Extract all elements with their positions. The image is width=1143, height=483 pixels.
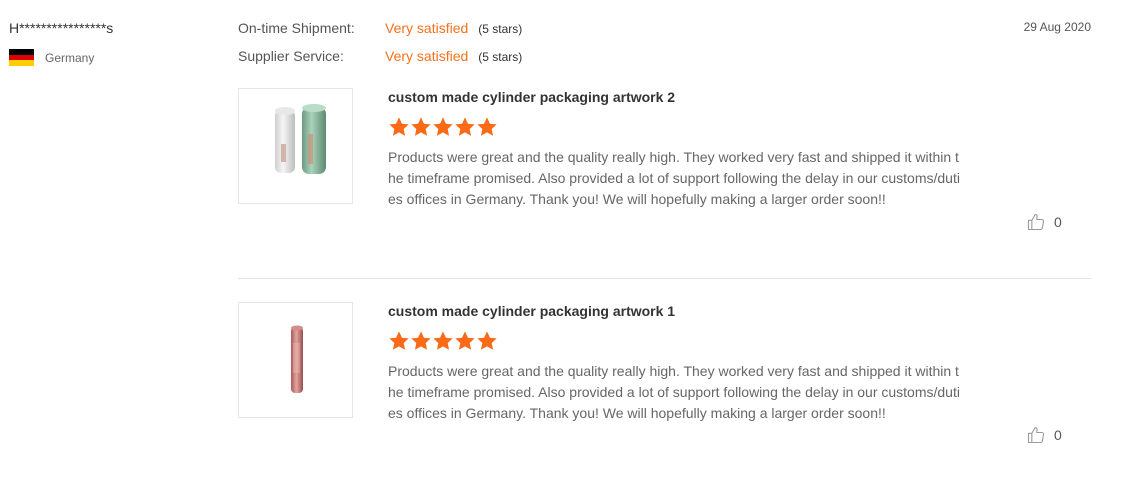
like-button[interactable]: 0 xyxy=(1026,425,1062,445)
like-count: 0 xyxy=(1054,427,1062,443)
star-icon xyxy=(455,331,475,350)
product-thumbnail[interactable] xyxy=(238,88,353,204)
star-icon xyxy=(477,117,497,136)
star-rating xyxy=(388,116,498,138)
country-name: Germany xyxy=(45,50,95,65)
rating-label: Supplier Service: xyxy=(238,48,344,64)
rating-stars-text: (5 stars) xyxy=(478,50,523,64)
product-review: custom made cylinder packaging artwork 2… xyxy=(238,88,1091,268)
thumbs-up-icon xyxy=(1027,213,1045,231)
star-icon xyxy=(389,331,409,350)
like-button[interactable]: 0 xyxy=(1026,212,1062,232)
rating-label: On-time Shipment: xyxy=(238,20,355,36)
germany-flag-icon xyxy=(9,49,34,67)
rating-row-service: Supplier Service: Very satisfied (5 star… xyxy=(238,48,522,64)
product-review: custom made cylinder packaging artwork 1… xyxy=(238,302,1091,472)
reviewer-name: H****************s xyxy=(9,20,114,36)
thumbs-up-icon xyxy=(1027,426,1045,444)
star-icon xyxy=(433,117,453,136)
rating-stars-text: (5 stars) xyxy=(478,22,523,36)
star-icon xyxy=(411,117,431,136)
product-title[interactable]: custom made cylinder packaging artwork 2 xyxy=(388,89,675,105)
like-count: 0 xyxy=(1054,214,1062,230)
product-image xyxy=(291,325,303,393)
product-image xyxy=(275,104,326,174)
rating-value: Very satisfied xyxy=(385,20,469,36)
star-icon xyxy=(433,331,453,350)
review-divider xyxy=(238,278,1091,279)
review-text: Products were great and the quality real… xyxy=(388,363,960,421)
review-text: Products were great and the quality real… xyxy=(388,149,960,207)
star-icon xyxy=(477,331,497,350)
review-date: 29 Aug 2020 xyxy=(1023,20,1091,34)
product-thumbnail[interactable] xyxy=(238,302,353,418)
rating-value: Very satisfied xyxy=(385,48,469,64)
reviewer-country: Germany xyxy=(9,49,95,67)
star-icon xyxy=(389,117,409,136)
star-rating xyxy=(388,330,498,352)
product-title[interactable]: custom made cylinder packaging artwork 1 xyxy=(388,303,675,319)
star-icon xyxy=(455,117,475,136)
star-icon xyxy=(411,331,431,350)
rating-row-shipment: On-time Shipment: Very satisfied (5 star… xyxy=(238,20,522,36)
